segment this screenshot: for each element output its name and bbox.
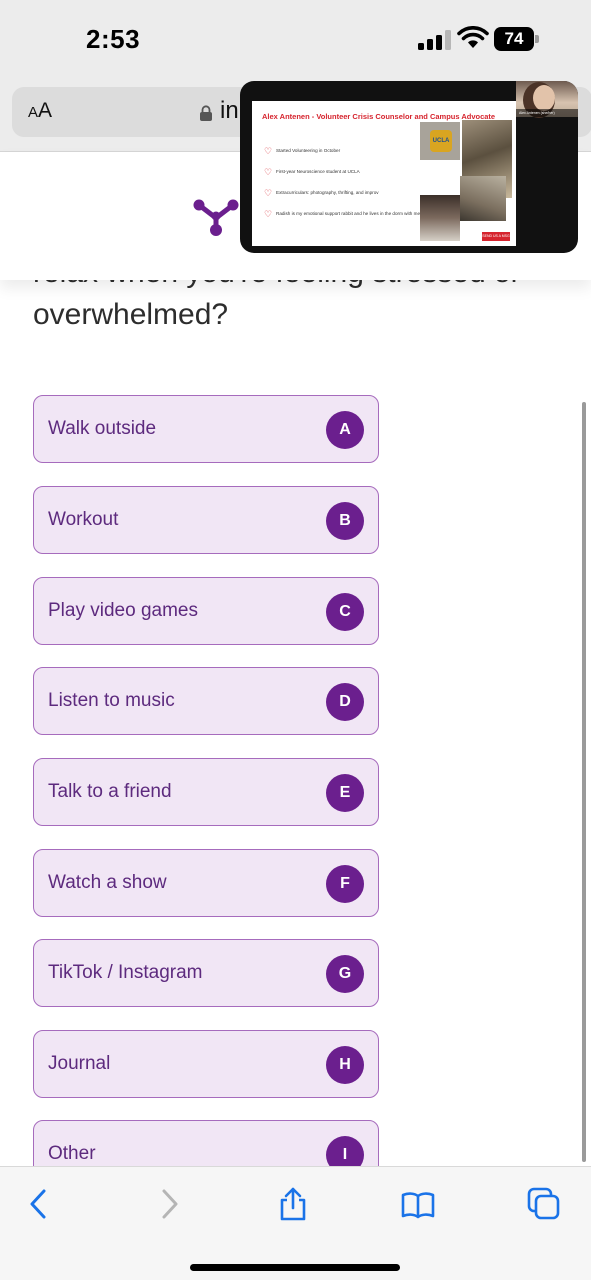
option-label: Listen to music [48, 690, 175, 711]
option-talk-to-a-friend[interactable]: Talk to a friend E [33, 758, 379, 826]
option-listen-to-music[interactable]: Listen to music D [33, 667, 379, 735]
browser-toolbar [0, 1166, 591, 1280]
picture-in-picture-video[interactable]: Alex Antenen - Volunteer Crisis Counselo… [240, 81, 578, 253]
option-key-badge: E [326, 774, 364, 812]
page-scrollbar[interactable] [582, 402, 586, 1162]
heart-icon: ♡ [264, 146, 273, 156]
status-time: 2:53 [86, 24, 141, 54]
site-logo[interactable] [193, 198, 239, 238]
presentation-slide: Alex Antenen - Volunteer Crisis Counselo… [252, 101, 516, 246]
option-label: Talk to a friend [48, 781, 172, 802]
page-settings-button[interactable]: AA [28, 99, 52, 123]
option-label: Journal [48, 1053, 111, 1074]
slide-title: Alex Antenen - Volunteer Crisis Counselo… [262, 112, 496, 121]
option-label: Watch a show [48, 872, 167, 893]
share-icon[interactable] [276, 1187, 310, 1221]
slide-bullet: ♡ Radish is my emotional support rabbit a… [264, 209, 422, 219]
option-watch-a-show[interactable]: Watch a show F [33, 849, 379, 917]
lock-icon [200, 105, 212, 121]
battery-icon: 74 [494, 27, 540, 51]
slide-bullet: ♡ First-year Neuroscience student at UCLA [264, 167, 360, 177]
option-key-badge: F [326, 865, 364, 903]
option-key-badge: H [326, 1046, 364, 1084]
tabs-icon[interactable] [527, 1187, 561, 1221]
option-play-video-games[interactable]: Play video games C [33, 577, 379, 645]
option-label: Workout [48, 509, 119, 530]
option-label: Play video games [48, 600, 198, 621]
option-key-badge: D [326, 683, 364, 721]
pet-photo-2 [460, 176, 506, 221]
slide-bullet: ♡ Started Volunteering in October [264, 146, 341, 156]
option-label: TikTok / Instagram [48, 962, 203, 983]
wifi-icon [457, 26, 489, 48]
portrait-photo [420, 195, 460, 241]
heart-icon: ♡ [264, 188, 273, 198]
option-tiktok-instagram[interactable]: TikTok / Instagram G [33, 939, 379, 1007]
battery-level: 74 [494, 27, 534, 51]
option-key-badge: G [326, 955, 364, 993]
webcam-thumbnail: Alex Antenen (she/her) [516, 81, 578, 117]
chevron-left-icon[interactable] [22, 1187, 56, 1221]
chevron-right-icon[interactable] [152, 1187, 186, 1221]
option-key-badge: B [326, 502, 364, 540]
cellular-signal-icon [418, 30, 452, 50]
home-indicator[interactable] [190, 1264, 400, 1271]
ucla-photo: UCLA [420, 122, 460, 160]
book-icon[interactable] [401, 1187, 435, 1221]
option-walk-outside[interactable]: Walk outside A [33, 395, 379, 463]
option-label: Walk outside [48, 418, 157, 439]
heart-icon: ♡ [264, 167, 273, 177]
avatar [533, 85, 555, 111]
option-key-badge: C [326, 593, 364, 631]
option-label: Other [48, 1143, 96, 1164]
webcam-name: Alex Antenen (she/her) [516, 109, 578, 117]
option-journal[interactable]: Journal H [33, 1030, 379, 1098]
slide-button: SEND US A MSG [482, 232, 510, 241]
heart-icon: ♡ [264, 209, 273, 219]
slide-bullet: ♡ Extracurriculars: photography, thriftin… [264, 188, 379, 198]
option-key-badge: A [326, 411, 364, 449]
option-workout[interactable]: Workout B [33, 486, 379, 554]
ucla-badge: UCLA [430, 130, 452, 152]
status-bar: 2:53 74 [0, 0, 591, 80]
